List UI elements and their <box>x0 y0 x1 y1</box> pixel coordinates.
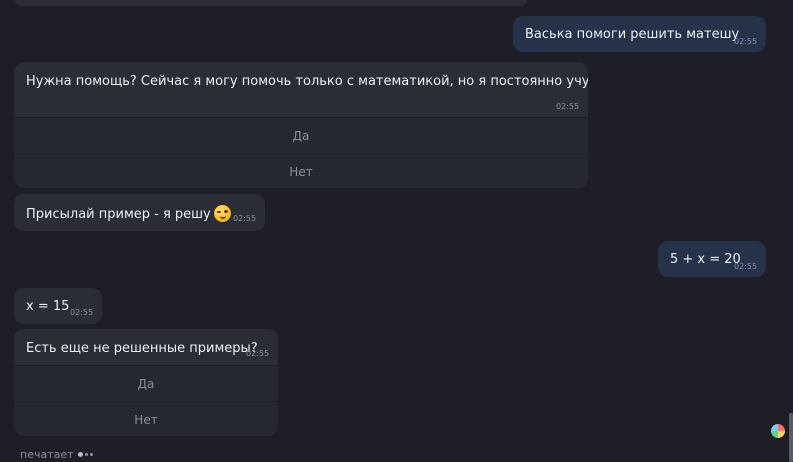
message-text: x = 15 <box>26 299 70 314</box>
typing-indicator: печатает <box>20 446 95 461</box>
typing-dots-icon <box>77 446 95 459</box>
message-text-content: Присылай пример - я решу <box>26 207 211 222</box>
sticker-icon[interactable] <box>770 423 786 439</box>
incoming-message-with-buttons: Нужна помощь? Сейчас я могу помочь тольк… <box>14 62 588 188</box>
incoming-message-with-buttons: Есть еще не решенные примеры? 02:55 Да Н… <box>14 329 278 436</box>
message-text: Васька помоги решить матешу <box>525 27 740 42</box>
reply-button-yes[interactable]: Да <box>14 117 588 153</box>
incoming-message: x = 15 02:55 <box>14 288 102 324</box>
winking-face-icon <box>213 205 231 222</box>
previous-message-bubble <box>14 0 528 6</box>
message-text: 5 + x = 20 <box>670 252 741 267</box>
message-text: Нужна помощь? Сейчас я могу помочь тольк… <box>26 74 588 89</box>
message-text: Есть еще не решенные примеры? <box>26 341 258 356</box>
message-time: 02:55 <box>734 37 758 46</box>
reply-button-no[interactable]: Нет <box>14 401 278 436</box>
outgoing-message: 5 + x = 20 02:55 <box>658 241 766 277</box>
message-time: 02:55 <box>70 308 94 317</box>
scrollbar[interactable] <box>789 413 793 462</box>
message-time: 02:55 <box>233 214 257 223</box>
message-time: 02:55 <box>246 349 270 358</box>
typing-text: печатает <box>20 448 74 461</box>
incoming-message: Присылай пример - я решу 02:55 <box>14 194 265 231</box>
message-text: Присылай пример - я решу <box>26 205 231 222</box>
message-time: 02:55 <box>556 102 580 111</box>
reply-button-no[interactable]: Нет <box>14 153 588 188</box>
message-time: 02:55 <box>734 262 758 271</box>
outgoing-message: Васька помоги решить матешу 02:55 <box>513 16 766 52</box>
reply-button-yes[interactable]: Да <box>14 365 278 401</box>
